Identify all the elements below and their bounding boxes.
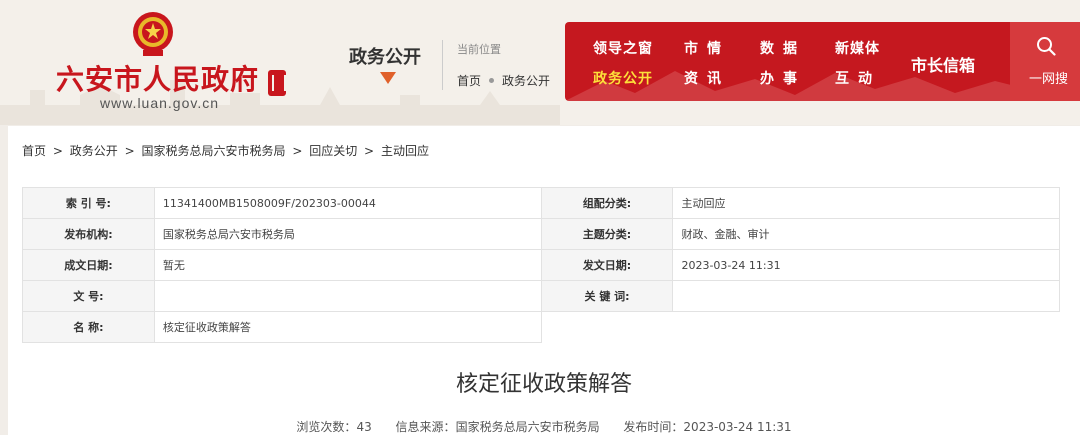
time-group: 发布时间：2023-03-24 11:31 — [623, 420, 791, 434]
keywords-label: 关 键 词: — [540, 280, 674, 312]
views-count: 43 — [356, 420, 372, 434]
content-panel: 首页 > 政务公开 > 国家税务总局六安市税务局 > 回应关切 > 主动回应 索… — [8, 126, 1080, 435]
time-value: 2023-03-24 11:31 — [683, 420, 792, 434]
doc-no-value — [153, 280, 542, 312]
created-date-value: 暂无 — [153, 249, 542, 281]
views-group: 浏览次数：43 — [296, 420, 375, 434]
category-value: 主动回应 — [672, 187, 1060, 219]
topic-value: 财政、金融、审计 — [672, 218, 1060, 250]
source-value: 国家税务总局六安市税务局 — [455, 420, 600, 434]
category-label: 组配分类: — [540, 187, 674, 219]
location-path: 首页 政务公开 — [457, 72, 550, 89]
nav-interaction[interactable]: 互动 — [835, 68, 881, 88]
seal-icon — [268, 70, 286, 96]
mayor-mailbox-link[interactable]: 市长信箱 — [911, 52, 975, 76]
topic-label: 主题分类: — [540, 218, 674, 250]
breadcrumb: 首页 > 政务公开 > 国家税务总局六安市税务局 > 回应关切 > 主动回应 — [22, 142, 432, 159]
search-button[interactable]: 一网搜 — [1010, 22, 1080, 101]
source-group: 信息来源：国家税务总局六安市税务局 — [396, 420, 604, 434]
table-row: 名 称: 核定征收政策解答 — [22, 311, 1060, 343]
name-value: 核定征收政策解答 — [153, 311, 542, 343]
empty-cell — [541, 311, 1060, 343]
table-row: 成文日期: 暂无 发文日期: 2023-03-24 11:31 — [22, 249, 1060, 281]
location-label: 当前位置 — [457, 43, 501, 56]
dot-separator-icon — [489, 78, 495, 83]
nav-data[interactable]: 数据 — [760, 38, 806, 58]
breadcrumb-separator: > — [52, 144, 63, 158]
article-title: 核定征收政策解答 — [455, 372, 632, 397]
publisher-label: 发布机构: — [22, 218, 155, 250]
breadcrumb-separator: > — [124, 144, 135, 158]
section-title: 政务公开 — [349, 47, 421, 68]
location-link-home[interactable]: 首页 — [457, 72, 481, 89]
created-date-label: 成文日期: — [22, 249, 155, 281]
search-icon — [1037, 37, 1056, 56]
nav-leaders[interactable]: 领导之窗 — [593, 38, 653, 58]
keywords-value — [672, 280, 1060, 312]
site-url[interactable]: www.luan.gov.cn — [100, 95, 219, 111]
time-label: 发布时间： — [623, 420, 684, 434]
publisher-value: 国家税务总局六安市税务局 — [153, 218, 542, 250]
nav-services[interactable]: 办事 — [760, 68, 806, 88]
breadcrumb-current[interactable]: 主动回应 — [381, 144, 429, 158]
index-no-value: 11341400MB1508009F/202303-00044 — [153, 187, 542, 219]
triangle-down-icon — [380, 72, 396, 84]
name-label: 名 称: — [22, 311, 155, 343]
table-row: 文 号: 关 键 词: — [22, 280, 1060, 312]
main-nav: 领导之窗 市情 数据 新媒体 政务公开 资讯 办事 互动 市长信箱 一网搜 — [565, 22, 1080, 101]
breadcrumb-separator: > — [364, 144, 375, 158]
breadcrumb-home[interactable]: 首页 — [22, 144, 46, 158]
breadcrumb-response[interactable]: 回应关切 — [309, 144, 357, 158]
views-label: 浏览次数： — [296, 420, 357, 434]
site-title[interactable]: 六安市人民政府 — [56, 58, 259, 98]
document-meta-table: 索 引 号: 11341400MB1508009F/202303-00044 组… — [22, 187, 1060, 343]
published-date-value: 2023-03-24 11:31 — [672, 249, 1060, 281]
nav-gov-affairs[interactable]: 政务公开 — [593, 68, 653, 88]
nav-news[interactable]: 资讯 — [684, 68, 730, 88]
published-date-label: 发文日期: — [540, 249, 674, 281]
site-header: 六安市人民政府 www.luan.gov.cn 政务公开 当前位置 首页 政务公… — [0, 0, 1080, 125]
location-link-gov-affairs[interactable]: 政务公开 — [502, 72, 550, 89]
table-row: 发布机构: 国家税务总局六安市税务局 主题分类: 财政、金融、审计 — [22, 218, 1060, 250]
nav-new-media[interactable]: 新媒体 — [835, 38, 880, 58]
table-row: 索 引 号: 11341400MB1508009F/202303-00044 组… — [22, 187, 1060, 219]
breadcrumb-tax-bureau[interactable]: 国家税务总局六安市税务局 — [141, 144, 285, 158]
divider — [442, 40, 443, 90]
search-label: 一网搜 — [1029, 72, 1069, 87]
source-label: 信息来源： — [395, 420, 456, 434]
article-info: 浏览次数：43 信息来源：国家税务总局六安市税务局 发布时间：2023-03-2… — [8, 418, 1080, 435]
breadcrumb-gov-affairs[interactable]: 政务公开 — [70, 144, 118, 158]
index-no-label: 索 引 号: — [22, 187, 155, 219]
breadcrumb-separator: > — [292, 144, 303, 158]
nav-city-info[interactable]: 市情 — [684, 38, 730, 58]
national-emblem-icon — [133, 12, 173, 56]
doc-no-label: 文 号: — [22, 280, 155, 312]
